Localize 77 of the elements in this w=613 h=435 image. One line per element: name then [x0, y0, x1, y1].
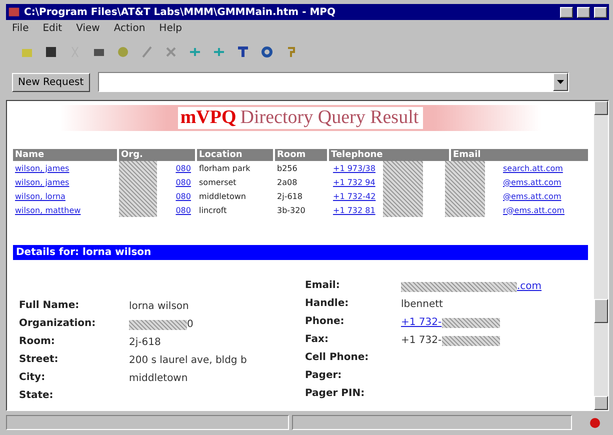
menu-item[interactable]: Help [159, 23, 182, 37]
redaction-block [445, 161, 485, 217]
field-value: 0 [187, 319, 194, 330]
field-label: Street: [19, 354, 60, 367]
field-label: Fax: [305, 334, 330, 347]
org-link[interactable]: 080 [174, 189, 193, 203]
redaction-block [383, 161, 423, 217]
menu-item[interactable]: Edit [42, 23, 62, 37]
email-link[interactable]: @ems.att.com [501, 189, 564, 203]
table-cell-text: 2a08 [276, 176, 298, 188]
field-label: Organization: [19, 318, 97, 331]
email-link[interactable]: .com [517, 281, 542, 292]
column-header: Org. [119, 149, 195, 161]
field-value: middletown [129, 373, 188, 384]
phone-link[interactable]: +1 973/38 [331, 161, 378, 175]
field-label: State: [19, 390, 54, 403]
table-cell-text: middletown [198, 190, 247, 202]
redaction-block [129, 320, 187, 330]
org-link[interactable]: 080 [174, 161, 193, 175]
request-combo-box[interactable] [98, 72, 569, 92]
field-label: Room: [19, 336, 56, 349]
table-cell-text: b256 [276, 162, 298, 174]
status-light-icon [589, 416, 601, 428]
name-link[interactable]: wilson, matthew [13, 203, 117, 217]
page-heading: Directory Query Result [238, 107, 423, 129]
close-button[interactable] [594, 6, 607, 18]
redaction-block [119, 161, 157, 217]
dropdown-arrow-icon[interactable] [557, 80, 564, 84]
table-cell-text: 2j-618 [276, 190, 304, 203]
field-label: Cell Phone: [305, 352, 370, 365]
name-link[interactable]: wilson, lorna [13, 189, 117, 203]
field-value: 200 s laurel ave, bldg b [129, 355, 247, 366]
scrollbar[interactable] [594, 101, 608, 410]
column-header: Room [275, 149, 327, 161]
field-label: Pager: [305, 370, 343, 383]
field-value: 2j-618 [129, 337, 161, 348]
table-cell-text: 3b-320 [276, 204, 306, 216]
phone-link[interactable]: +1 732 81 [331, 203, 378, 217]
field-value: +1 732- [401, 335, 442, 346]
column-header: Name [13, 149, 117, 161]
minimize-button[interactable] [560, 6, 573, 18]
name-link[interactable]: wilson, james [13, 175, 117, 189]
org-link[interactable]: 080 [174, 175, 193, 189]
field-label: Full Name: [19, 300, 80, 313]
field-label: Pager PIN: [305, 388, 366, 401]
field-value: lorna wilson [129, 301, 189, 312]
column-header: Location [197, 149, 273, 161]
field-value: lbennett [401, 299, 443, 310]
app-icon [8, 6, 20, 18]
menu-item[interactable]: Action [114, 23, 146, 37]
email-link[interactable]: search.att.com [501, 161, 565, 175]
field-label: City: [19, 372, 46, 385]
field-label: Email: [305, 280, 341, 293]
new-request-button[interactable]: New Request [12, 72, 90, 92]
menu-item[interactable]: File [12, 23, 29, 37]
field-label: Phone: [305, 316, 346, 329]
table-cell-text: lincroft [198, 204, 228, 216]
redaction-block [442, 318, 500, 328]
column-header: Email [451, 149, 588, 161]
org-link[interactable]: 080 [174, 203, 193, 217]
table-cell-text: somerset [198, 176, 238, 188]
phone-link[interactable]: +1 732- [401, 317, 442, 328]
table-cell-text: florham park [198, 162, 252, 175]
phone-link[interactable]: +1 732 94 [331, 175, 378, 189]
field-label: Handle: [305, 298, 350, 311]
window-title: C:\Program Files\AT&T Labs\MMM\GMMMain.htm - MPQ [24, 6, 336, 18]
redaction-block [442, 336, 500, 346]
column-header: Telephone [329, 149, 449, 161]
email-link[interactable]: @ems.att.com [501, 175, 564, 189]
phone-link[interactable]: +1 732-42 [331, 189, 378, 203]
maximize-button[interactable] [577, 6, 590, 18]
details-bar: Details for: lorna wilson [13, 245, 588, 260]
menu-item[interactable]: View [76, 23, 100, 37]
brand-name: mVPQ [178, 107, 238, 129]
text-icon[interactable] [236, 45, 250, 59]
name-link[interactable]: wilson, james [13, 161, 117, 175]
email-link[interactable]: r@ems.att.com [501, 203, 567, 217]
